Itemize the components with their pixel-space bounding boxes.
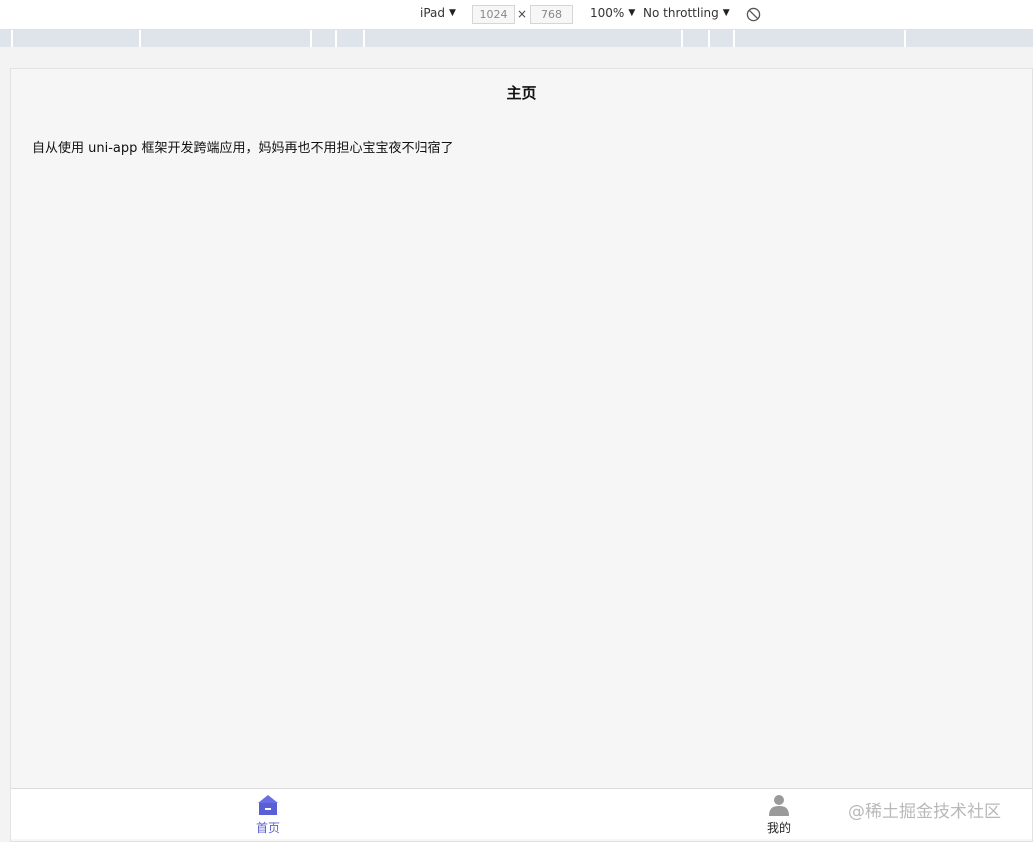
ruler-tick bbox=[310, 30, 312, 47]
ruler-tick bbox=[335, 30, 337, 47]
tab-home-label: 首页 bbox=[255, 821, 280, 835]
ruler-tick bbox=[11, 30, 13, 47]
zoom-dropdown-arrow-icon: ▼ bbox=[628, 8, 636, 18]
zoom-select[interactable]: 100% ▼ bbox=[590, 6, 635, 20]
user-icon bbox=[769, 795, 789, 816]
rotate-icon[interactable] bbox=[746, 7, 761, 22]
height-input[interactable]: 768 bbox=[530, 5, 573, 24]
device-select[interactable]: iPad ▼ bbox=[420, 6, 456, 20]
home-icon bbox=[258, 795, 278, 815]
device-dropdown-arrow-icon: ▼ bbox=[449, 8, 456, 18]
ruler-tick bbox=[733, 30, 735, 47]
ruler-tick bbox=[708, 30, 710, 47]
app-navbar: 主页 bbox=[11, 69, 1032, 115]
devtools-device-toolbar: iPad ▼ 1024 × 768 100% ▼ No throttling ▼ bbox=[0, 0, 1033, 30]
device-viewport: 主页 自从使用 uni-app 框架开发跨端应用，妈妈再也不用担心宝宝夜不归宿了… bbox=[10, 68, 1033, 842]
throttling-select[interactable]: No throttling ▼ bbox=[643, 6, 730, 20]
dimension-separator: × bbox=[517, 7, 528, 21]
ruler-tick bbox=[904, 30, 906, 47]
zoom-select-label: 100% bbox=[590, 6, 625, 20]
ruler-tick bbox=[363, 30, 365, 47]
throttling-dropdown-arrow-icon: ▼ bbox=[722, 8, 730, 18]
ruler-tick bbox=[139, 30, 141, 47]
watermark: @稀土掘金技术社区 bbox=[848, 802, 1001, 822]
tab-mine-label: 我的 bbox=[766, 821, 791, 835]
tab-mine[interactable]: 我的 bbox=[749, 793, 809, 836]
page-title: 主页 bbox=[506, 83, 537, 102]
ruler-tick bbox=[681, 30, 683, 47]
media-query-ruler bbox=[0, 30, 1033, 47]
tab-home[interactable]: 首页 bbox=[238, 793, 298, 836]
width-input[interactable]: 1024 bbox=[472, 5, 515, 24]
page-content-text: 自从使用 uni-app 框架开发跨端应用，妈妈再也不用担心宝宝夜不归宿了 bbox=[32, 141, 454, 156]
device-select-label: iPad bbox=[420, 6, 446, 20]
throttling-select-label: No throttling bbox=[643, 6, 719, 20]
